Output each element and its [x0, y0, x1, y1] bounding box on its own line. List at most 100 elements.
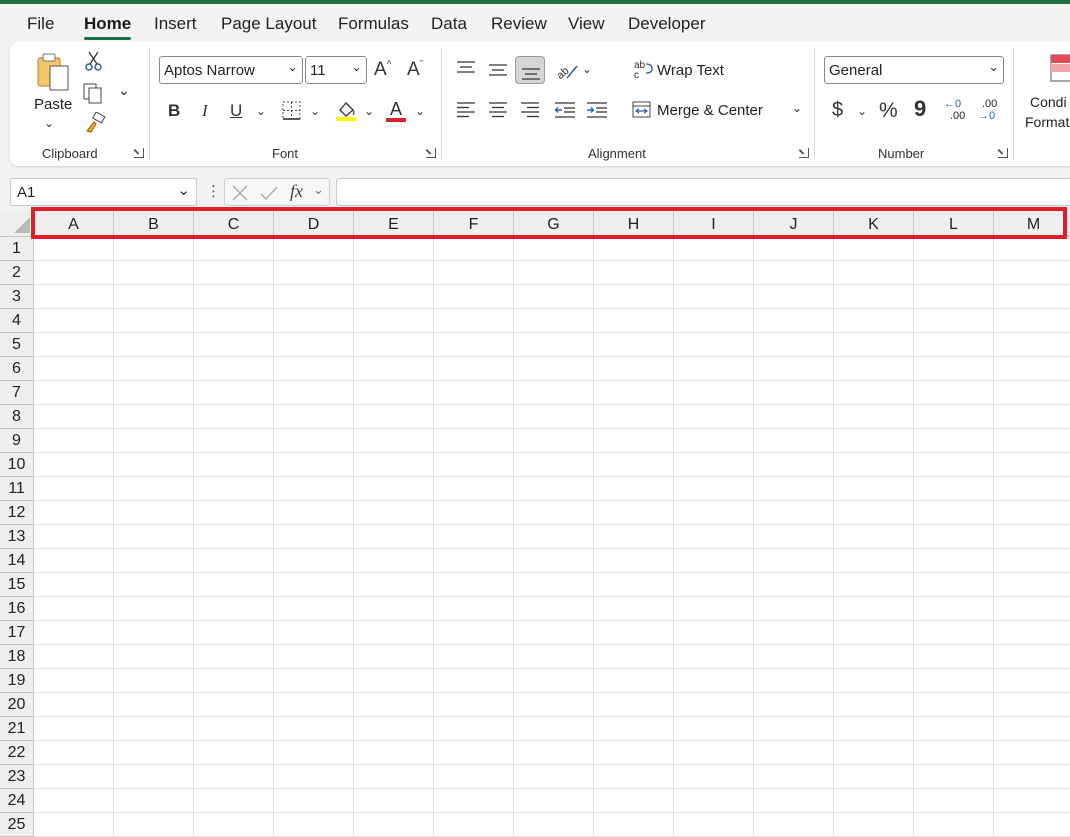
align-left-icon[interactable]	[456, 101, 476, 119]
tab-formulas[interactable]: Formulas	[338, 14, 409, 34]
insert-function-button[interactable]: fx	[290, 181, 303, 202]
top-align-icon[interactable]	[456, 60, 476, 76]
column-header-d[interactable]: D	[274, 210, 354, 237]
font-size-select[interactable]: 11 ⌄	[305, 56, 367, 84]
tab-view[interactable]: View	[568, 14, 605, 34]
enter-check-icon[interactable]	[259, 184, 279, 202]
copy-dropdown-icon[interactable]: ⌄	[118, 82, 130, 99]
column-header-f[interactable]: F	[434, 210, 514, 237]
merge-center-icon	[632, 101, 651, 118]
bottom-align-button[interactable]	[515, 56, 545, 84]
row-header-17[interactable]: 17	[0, 621, 34, 645]
row-header-21[interactable]: 21	[0, 717, 34, 741]
alignment-launcher-icon[interactable]	[799, 148, 809, 158]
column-header-j[interactable]: J	[754, 210, 834, 237]
tab-insert[interactable]: Insert	[154, 14, 197, 34]
tab-review[interactable]: Review	[491, 14, 547, 34]
row-header-9[interactable]: 9	[0, 429, 34, 453]
row-header-1[interactable]: 1	[0, 237, 34, 261]
name-box[interactable]: A1 ⌄	[10, 178, 197, 206]
row-header-4[interactable]: 4	[0, 309, 34, 333]
currency-button[interactable]: $	[832, 100, 843, 120]
borders-dropdown-icon[interactable]: ⌄	[310, 105, 320, 117]
row-header-16[interactable]: 16	[0, 597, 34, 621]
shrink-font-button[interactable]: Aˇ	[407, 60, 423, 79]
percent-button[interactable]: %	[879, 100, 898, 121]
bold-button[interactable]: B	[168, 102, 180, 119]
underline-dropdown-icon[interactable]: ⌄	[256, 105, 266, 117]
tab-page-layout[interactable]: Page Layout	[221, 14, 316, 34]
row-header-23[interactable]: 23	[0, 765, 34, 789]
row-header-24[interactable]: 24	[0, 789, 34, 813]
row-header-8[interactable]: 8	[0, 405, 34, 429]
group-separator	[441, 48, 442, 160]
fill-color-icon[interactable]	[334, 98, 358, 122]
column-header-k[interactable]: K	[834, 210, 914, 237]
row-header-19[interactable]: 19	[0, 669, 34, 693]
cancel-icon[interactable]	[231, 184, 249, 202]
underline-button[interactable]: U	[230, 102, 242, 119]
merge-center-button[interactable]: Merge & Center ⌄	[632, 98, 802, 122]
row-header-12[interactable]: 12	[0, 501, 34, 525]
increase-decimal-button[interactable]: ←0 .00	[944, 98, 970, 126]
row-header-18[interactable]: 18	[0, 645, 34, 669]
select-all-corner[interactable]	[0, 210, 34, 237]
tab-developer[interactable]: Developer	[628, 14, 706, 34]
borders-icon[interactable]	[282, 101, 302, 121]
scissors-icon[interactable]	[84, 50, 104, 72]
row-header-22[interactable]: 22	[0, 741, 34, 765]
row-header-7[interactable]: 7	[0, 381, 34, 405]
align-right-icon[interactable]	[520, 101, 540, 119]
font-color-button[interactable]: A	[390, 100, 402, 118]
italic-button[interactable]: I	[202, 102, 208, 119]
decrease-decimal-button[interactable]: .00 →0	[978, 98, 1004, 126]
column-header-a[interactable]: A	[34, 210, 114, 237]
row-header-15[interactable]: 15	[0, 573, 34, 597]
column-header-l[interactable]: L	[914, 210, 994, 237]
orientation-icon[interactable]: ab	[555, 60, 579, 80]
column-header-i[interactable]: I	[674, 210, 754, 237]
row-header-11[interactable]: 11	[0, 477, 34, 501]
font-color-dropdown-icon[interactable]: ⌄	[415, 105, 425, 117]
fill-color-dropdown-icon[interactable]: ⌄	[364, 105, 374, 117]
row-header-25[interactable]: 25	[0, 813, 34, 837]
number-launcher-icon[interactable]	[998, 148, 1008, 158]
wrap-text-button[interactable]: ab c Wrap Text	[632, 58, 752, 82]
tab-file[interactable]: File	[27, 14, 54, 34]
row-header-5[interactable]: 5	[0, 333, 34, 357]
row-header-10[interactable]: 10	[0, 453, 34, 477]
middle-align-icon[interactable]	[488, 62, 508, 78]
row-header-20[interactable]: 20	[0, 693, 34, 717]
column-header-c[interactable]: C	[194, 210, 274, 237]
column-header-e[interactable]: E	[354, 210, 434, 237]
format-painter-icon[interactable]	[84, 112, 106, 134]
paste-button[interactable]: Paste ⌄	[32, 52, 72, 132]
column-header-h[interactable]: H	[594, 210, 674, 237]
tab-home[interactable]: Home	[84, 14, 132, 40]
font-name-select[interactable]: Aptos Narrow ⌄	[159, 56, 303, 84]
more-options-icon[interactable]: ⋮	[206, 182, 221, 200]
cells-area[interactable]	[34, 237, 1070, 837]
align-center-icon[interactable]	[488, 101, 508, 119]
column-header-g[interactable]: G	[514, 210, 594, 237]
row-header-6[interactable]: 6	[0, 357, 34, 381]
tab-data[interactable]: Data	[431, 14, 467, 34]
comma-style-button[interactable]: 9	[914, 98, 926, 120]
grow-font-button[interactable]: A^	[374, 60, 391, 79]
font-launcher-icon[interactable]	[426, 148, 436, 158]
decrease-indent-icon[interactable]	[554, 101, 576, 119]
copy-icon[interactable]	[82, 82, 104, 104]
row-header-3[interactable]: 3	[0, 285, 34, 309]
clipboard-launcher-icon[interactable]	[134, 148, 144, 158]
increase-indent-icon[interactable]	[586, 101, 608, 119]
row-header-14[interactable]: 14	[0, 549, 34, 573]
orientation-dropdown-icon[interactable]: ⌄	[582, 63, 592, 75]
conditional-formatting-button[interactable]: Condi Format	[1024, 54, 1070, 134]
formula-input[interactable]	[336, 178, 1070, 206]
currency-dropdown-icon[interactable]: ⌄	[857, 105, 867, 117]
row-header-2[interactable]: 2	[0, 261, 34, 285]
row-header-13[interactable]: 13	[0, 525, 34, 549]
column-header-m[interactable]: M	[994, 210, 1070, 237]
number-format-select[interactable]: General ⌄	[824, 56, 1004, 84]
column-header-b[interactable]: B	[114, 210, 194, 237]
